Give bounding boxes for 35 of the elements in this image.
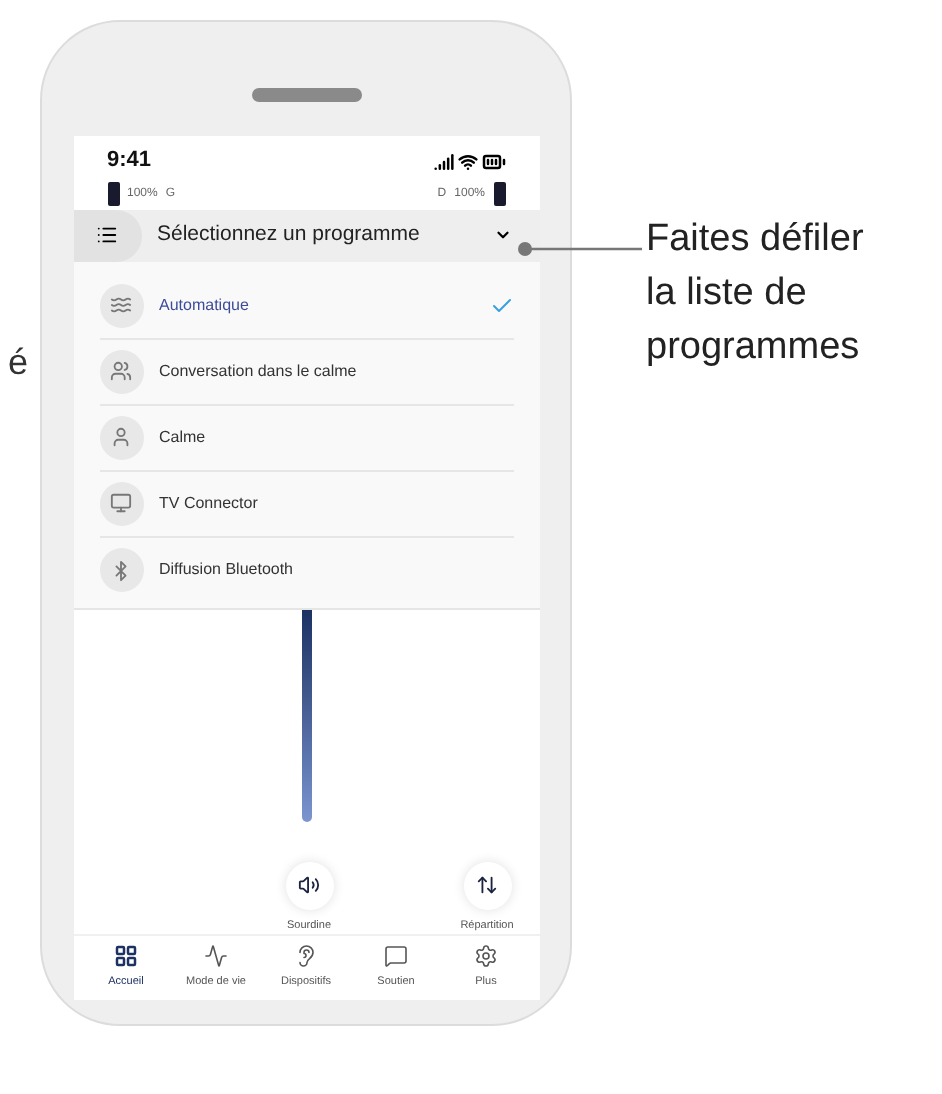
grid-icon (114, 944, 138, 969)
program-item[interactable]: Calme (99, 405, 513, 472)
monitor-icon (110, 492, 132, 515)
cut-off-text: é (8, 340, 29, 384)
callout-text: Faites défiler (646, 216, 864, 264)
signal-icon (433, 151, 453, 171)
arrows-icon (476, 874, 498, 897)
settings-icon (474, 944, 498, 969)
volume-bar[interactable] (301, 609, 311, 822)
round-button[interactable] (285, 861, 333, 910)
bluetooth-icon (110, 559, 132, 582)
program-item[interactable]: TV Connector (99, 471, 513, 538)
menu-icon (96, 224, 118, 247)
callout-text: programmes (646, 324, 862, 372)
speaker-grille (251, 88, 361, 102)
people-icon (110, 360, 132, 383)
program-selector[interactable]: Sélectionnez un programme (73, 209, 539, 262)
wifi-icon (457, 151, 477, 171)
program-item[interactable]: Diffusion Bluetooth (99, 537, 513, 604)
leader-line (518, 242, 642, 256)
chat-bubble-icon (384, 944, 408, 969)
speaker-icon (298, 874, 320, 897)
status-time: 9:41 (107, 146, 152, 177)
ear-icon (294, 944, 318, 969)
battery-icon (481, 149, 505, 173)
round-button[interactable] (463, 861, 511, 910)
callout-text: la liste de (646, 270, 809, 318)
checkmark-icon (489, 293, 513, 318)
program-item[interactable]: Automatique (99, 273, 513, 340)
program-item[interactable]: Conversation dans le calme (99, 339, 513, 406)
waves-icon (110, 294, 132, 317)
person-icon (110, 426, 132, 449)
pulse-icon (204, 944, 228, 969)
battery-icon (107, 182, 119, 207)
battery-icon (493, 182, 505, 207)
